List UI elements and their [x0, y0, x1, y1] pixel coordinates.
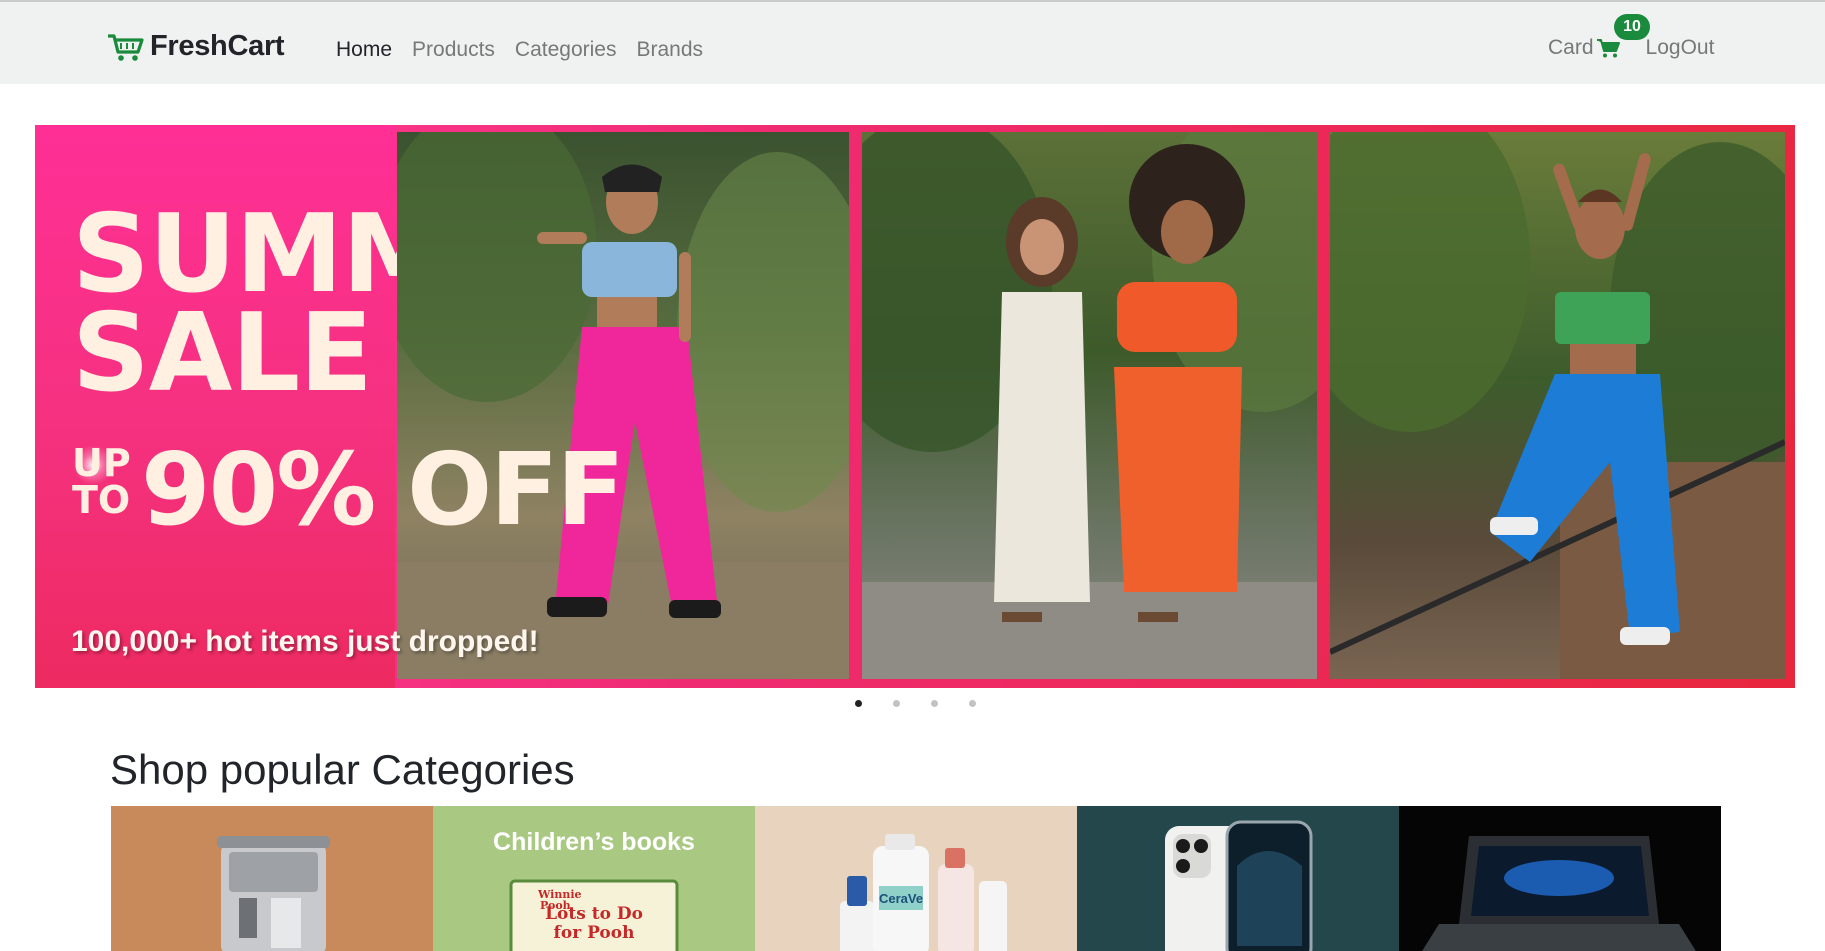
- navbar: FreshCart Home Products Categories Brand…: [0, 0, 1825, 84]
- slider-dot-4[interactable]: [969, 700, 976, 707]
- model-2-illustration: [862, 132, 1317, 679]
- svg-text:Pooh: Pooh: [540, 899, 571, 912]
- nav-link-brands[interactable]: Brands: [636, 38, 703, 62]
- nav-link-products[interactable]: Products: [412, 38, 495, 62]
- model-photo-pink-pants: [397, 132, 849, 679]
- category-slider: Children’s books Lots to Do for Pooh Win…: [111, 806, 1721, 951]
- cart-count-badge: 10: [1614, 14, 1650, 40]
- model-photo-blue-pants: [1330, 132, 1785, 679]
- promo-upto: UP TO: [72, 441, 131, 523]
- category-card-laptop[interactable]: [1399, 806, 1721, 951]
- laptop-image: [1422, 836, 1696, 951]
- slider-dot-2[interactable]: [893, 700, 900, 707]
- model-3-illustration: [1330, 132, 1785, 679]
- model-1-illustration: [397, 132, 849, 679]
- coffee-machine-image: [217, 836, 330, 951]
- promo-upto-line2: TO: [72, 478, 131, 523]
- logout-link[interactable]: LogOut: [1646, 36, 1715, 60]
- nav-link-home[interactable]: Home: [336, 38, 392, 62]
- category-card-childrens-books[interactable]: Children’s books Lots to Do for Pooh Win…: [433, 806, 755, 951]
- promo-upto-line1: UP: [72, 441, 131, 485]
- svg-text:CeraVe: CeraVe: [879, 891, 923, 906]
- nav-link-categories[interactable]: Categories: [515, 38, 617, 62]
- slider-dot-3[interactable]: [931, 700, 938, 707]
- svg-text:for Pooh: for Pooh: [554, 923, 635, 943]
- hero-slider[interactable]: SUMMER SALE UP TO 90% OFF 100,000+ hot i…: [35, 125, 1795, 688]
- cart-link[interactable]: Card 10: [1548, 14, 1650, 60]
- smartphone-image: [1165, 820, 1313, 951]
- skincare-products-image: CeraVe: [840, 834, 1007, 951]
- section-title-categories: Shop popular Categories: [110, 746, 575, 793]
- model-photo-two-women: [862, 132, 1317, 679]
- category-caption: Children’s books: [493, 828, 695, 856]
- cart-icon: [1596, 39, 1620, 58]
- cart-label: Card: [1548, 36, 1594, 59]
- shopping-cart-logo-icon: [108, 33, 144, 61]
- category-card-smartphone[interactable]: [1077, 806, 1399, 951]
- promo-discount: 90% OFF: [141, 431, 625, 548]
- brand[interactable]: FreshCart: [106, 30, 285, 63]
- slider-dots: [855, 700, 976, 707]
- nav-right: Card 10 LogOut: [1548, 14, 1715, 60]
- category-card-skincare[interactable]: CeraVe: [755, 806, 1077, 951]
- promo-subtitle: 100,000+ hot items just dropped!: [71, 625, 539, 658]
- category-card-coffee-machine[interactable]: [111, 806, 433, 951]
- brand-name: FreshCart: [150, 30, 285, 62]
- slider-dot-1[interactable]: [855, 700, 862, 707]
- nav-links: Home Products Categories Brands: [336, 38, 703, 62]
